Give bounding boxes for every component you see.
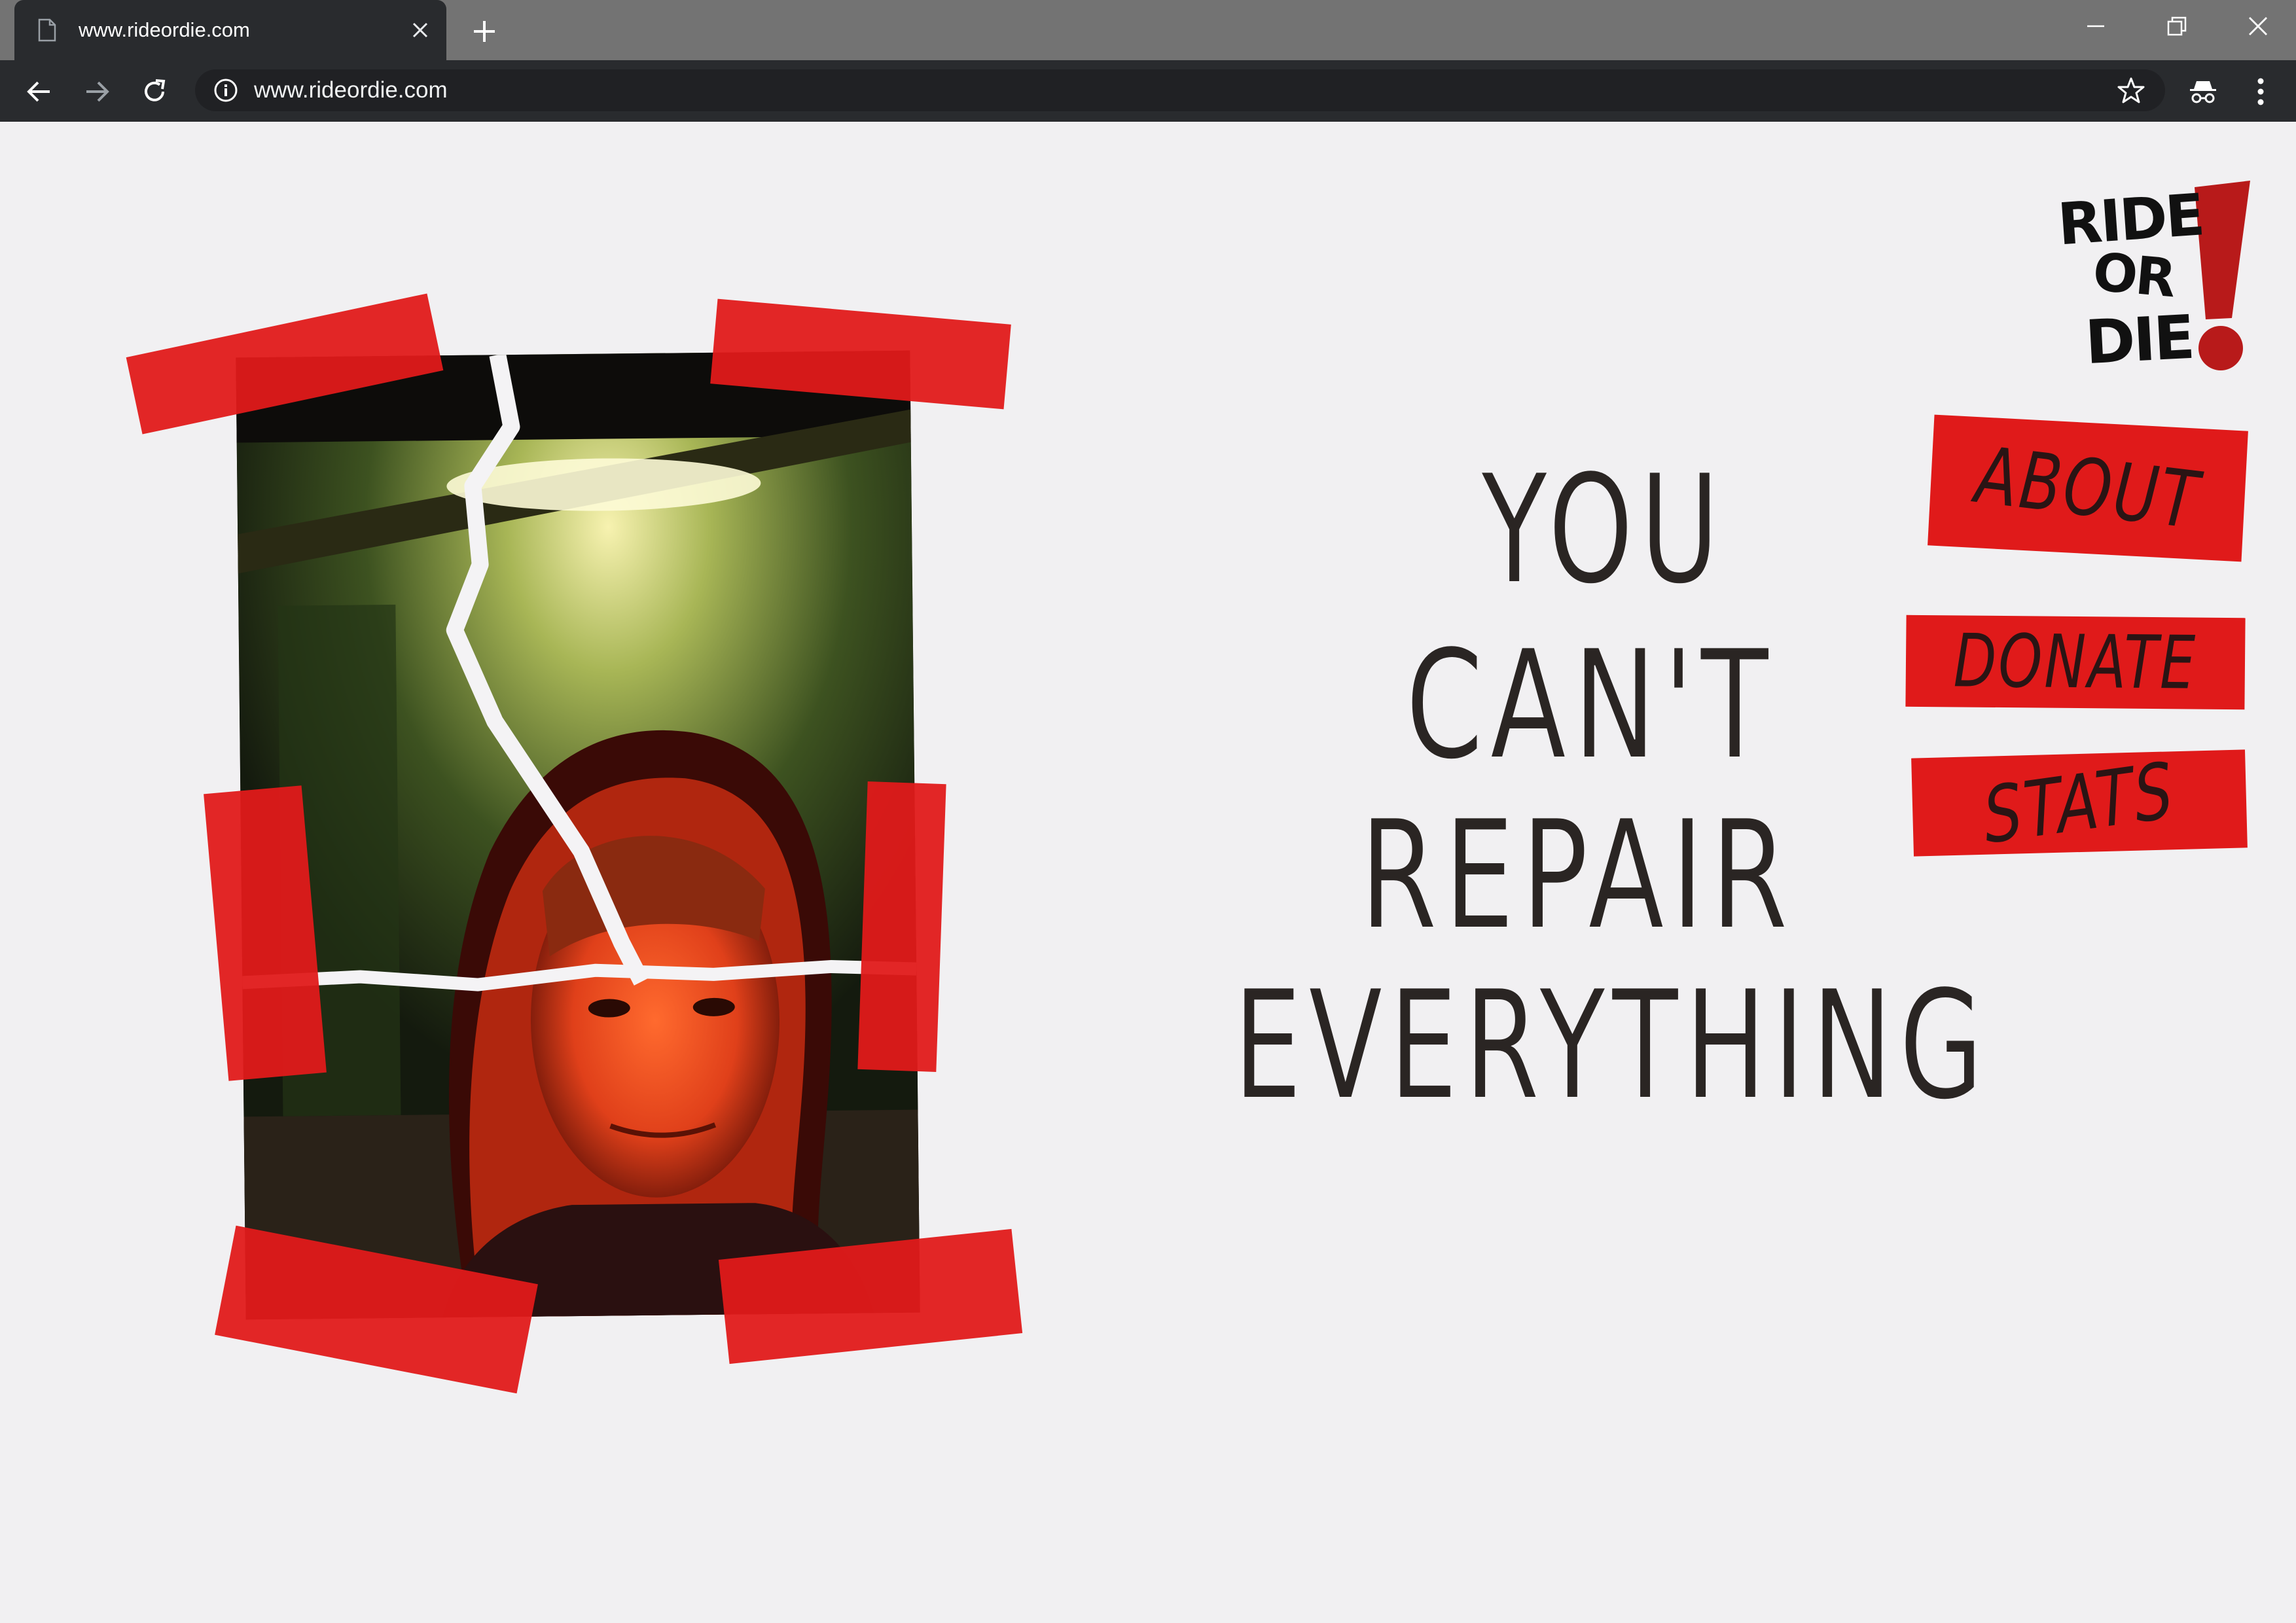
address-bar[interactable]: www.rideordie.com	[195, 69, 2165, 111]
kebab-menu-icon[interactable]	[2242, 73, 2279, 110]
nav-donate-button[interactable]: DONATE	[1905, 615, 2246, 710]
browser-toolbar: www.rideordie.com	[0, 60, 2296, 122]
browser-tab[interactable]: www.rideordie.com	[14, 0, 446, 60]
url-text[interactable]: www.rideordie.com	[254, 77, 2115, 103]
hooded-person-photo	[236, 350, 920, 1320]
headline-line-1: YOU	[1480, 443, 1726, 618]
page-content: YOU CAN'T REPAIR EVERYTHING RIDE OR DIE …	[0, 122, 2296, 1623]
minimize-window-icon[interactable]	[2075, 8, 2117, 45]
incognito-icon[interactable]	[2185, 73, 2221, 110]
back-arrow-icon[interactable]	[21, 73, 58, 110]
nav-about-button[interactable]: ABOUT	[1928, 414, 2248, 562]
nav-donate-label[interactable]: DONATE	[1953, 618, 2197, 705]
tab-close-icon[interactable]	[407, 17, 433, 43]
browser-tab-strip: www.rideordie.com	[0, 0, 2296, 60]
page-icon	[38, 18, 56, 42]
logo-word-die: DIE	[2083, 302, 2195, 378]
site-info-icon[interactable]	[213, 78, 238, 103]
headline-line-3: REPAIR	[1359, 789, 1795, 963]
photo-collage	[0, 122, 1113, 1561]
reload-icon[interactable]	[136, 73, 173, 110]
nav-stats-button[interactable]: STATS	[1911, 745, 2248, 861]
hero-headline: YOU CAN'T REPAIR EVERYTHING	[1073, 455, 2055, 1122]
logo-word-or: OR	[2090, 241, 2177, 310]
new-tab-plus-icon[interactable]	[466, 13, 503, 50]
tab-title: www.rideordie.com	[79, 18, 250, 41]
headline-line-2: CAN'T	[1405, 618, 1776, 793]
headline-line-4: EVERYTHING	[1233, 959, 1990, 1133]
tape-right-middle	[857, 781, 946, 1072]
bookmark-star-icon[interactable]	[2115, 75, 2147, 106]
restore-window-icon[interactable]	[2156, 8, 2198, 45]
ride-or-die-logo[interactable]: RIDE OR DIE	[2054, 181, 2250, 383]
forward-arrow-icon[interactable]	[79, 73, 115, 110]
close-window-icon[interactable]	[2237, 8, 2279, 45]
